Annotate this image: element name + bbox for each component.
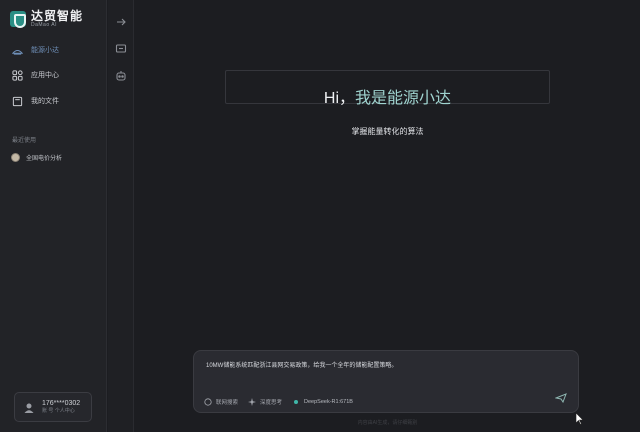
logo-subtitle: DaMao AI <box>31 22 57 28</box>
deep-think-toggle[interactable]: 深度思考 <box>248 398 282 406</box>
icon-rail <box>108 0 134 432</box>
model-label: DeepSeek-R1:671B <box>304 399 353 405</box>
send-icon <box>554 390 567 408</box>
new-chat-icon[interactable] <box>115 42 127 54</box>
tagline: 掌握能量转化的算法 <box>351 127 424 136</box>
sidebar: 达贸智能 DaMao AI 能源小达 应用中心 我的文件 最近使用 全国电价分析… <box>0 0 107 432</box>
sidebar-item-label: 能源小达 <box>31 47 59 54</box>
logo-title: 达贸智能 <box>31 9 84 23</box>
model-dot-icon <box>292 398 300 406</box>
composer-toolbar: 联网搜索 深度思考 DeepSeek-R1:671B <box>204 398 353 406</box>
chat-composer[interactable]: 10MW储能系统匹配浙江县网交易政策，给我一个全年的储能配置策略。 联网搜索 深… <box>193 350 579 413</box>
user-card[interactable]: 176****0302 账 号 个人中心 <box>14 392 92 422</box>
send-button[interactable] <box>554 393 568 405</box>
sidebar-item-app-center[interactable]: 应用中心 <box>9 65 99 85</box>
web-search-toggle[interactable]: 联网搜索 <box>204 398 238 406</box>
sparkle-icon <box>248 398 257 406</box>
toolbar-label: 联网搜索 <box>216 400 239 406</box>
user-phone: 176****0302 <box>42 399 81 407</box>
model-selector[interactable]: DeepSeek-R1:671B <box>292 398 353 406</box>
recent-section-label: 最近使用 <box>12 138 37 144</box>
file-icon <box>12 96 23 107</box>
ai-disclaimer: 内容由AI生成，请仔细甄别 <box>357 420 418 426</box>
mouse-cursor-icon <box>575 412 584 425</box>
logo-mark-icon <box>10 11 26 28</box>
app-logo[interactable]: 达贸智能 DaMao AI <box>10 10 83 28</box>
greeting-name: 我是能源小达 <box>355 90 452 107</box>
main-area: Hi，我是能源小达 掌握能量转化的算法 10MW储能系统匹配浙江县网交易政策，给… <box>135 0 640 432</box>
robot-icon <box>12 45 23 56</box>
toolbar-label: 深度思考 <box>260 400 283 406</box>
collapse-arrow-icon[interactable] <box>115 15 127 27</box>
globe-icon <box>204 398 212 406</box>
greeting-title: Hi，我是能源小达 <box>135 84 640 108</box>
sidebar-item-energy-assistant[interactable]: 能源小达 <box>9 40 99 60</box>
recent-item-label: 全国电价分析 <box>26 156 63 162</box>
apps-grid-icon <box>12 69 23 81</box>
sidebar-item-label: 应用中心 <box>31 72 59 79</box>
user-icon <box>23 401 35 413</box>
avatar-icon <box>11 153 20 162</box>
composer-input[interactable]: 10MW储能系统匹配浙江县网交易政策，给我一个全年的储能配置策略。 <box>206 360 566 369</box>
greeting-prefix: Hi， <box>323 90 356 107</box>
user-meta: 账 号 个人中心 <box>42 408 75 415</box>
robot-chat-icon[interactable] <box>115 69 127 81</box>
sidebar-item-my-files[interactable]: 我的文件 <box>9 91 99 111</box>
recent-item[interactable]: 全国电价分析 <box>11 153 62 162</box>
sidebar-item-label: 我的文件 <box>31 98 59 105</box>
